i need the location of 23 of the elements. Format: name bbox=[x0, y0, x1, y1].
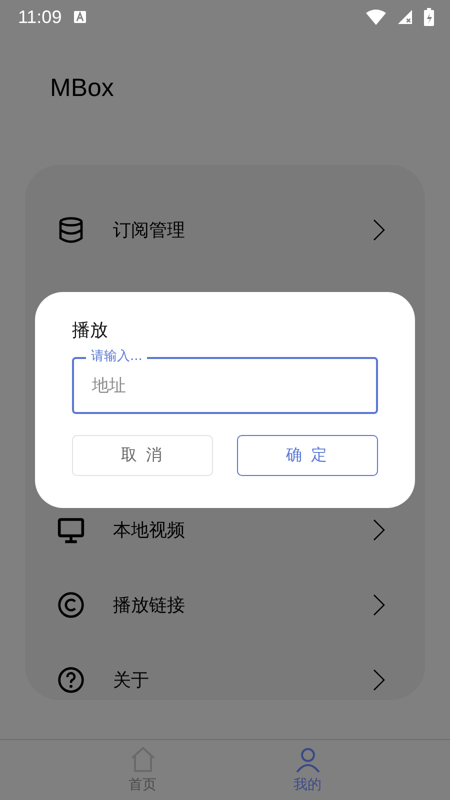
signal-icon bbox=[398, 10, 412, 24]
cancel-button[interactable]: 取 消 bbox=[72, 435, 213, 476]
chevron-right-icon bbox=[373, 519, 385, 541]
chevron-right-icon bbox=[373, 594, 385, 616]
confirm-button[interactable]: 确 定 bbox=[237, 435, 378, 476]
field-label: 请输入... bbox=[86, 349, 148, 365]
keyboard-icon bbox=[74, 11, 86, 23]
chevron-right-icon bbox=[373, 219, 385, 241]
wifi-icon bbox=[366, 9, 386, 25]
battery-icon bbox=[424, 8, 434, 26]
database-icon bbox=[57, 216, 85, 244]
copyright-icon bbox=[57, 591, 85, 619]
person-icon bbox=[294, 746, 322, 774]
help-icon bbox=[57, 666, 85, 694]
monitor-icon bbox=[57, 516, 85, 544]
app-title: MBox bbox=[50, 74, 114, 103]
menu-item[interactable]: 播放链接 bbox=[25, 585, 425, 625]
menu-item[interactable]: 本地视频 bbox=[25, 510, 425, 550]
dialog-title: 播放 bbox=[72, 319, 109, 342]
chevron-right-icon bbox=[373, 669, 385, 691]
menu-item[interactable]: 关于 bbox=[25, 660, 425, 700]
menu-item[interactable]: 订阅管理 bbox=[25, 210, 425, 250]
status-time: 11:09 bbox=[18, 6, 62, 28]
